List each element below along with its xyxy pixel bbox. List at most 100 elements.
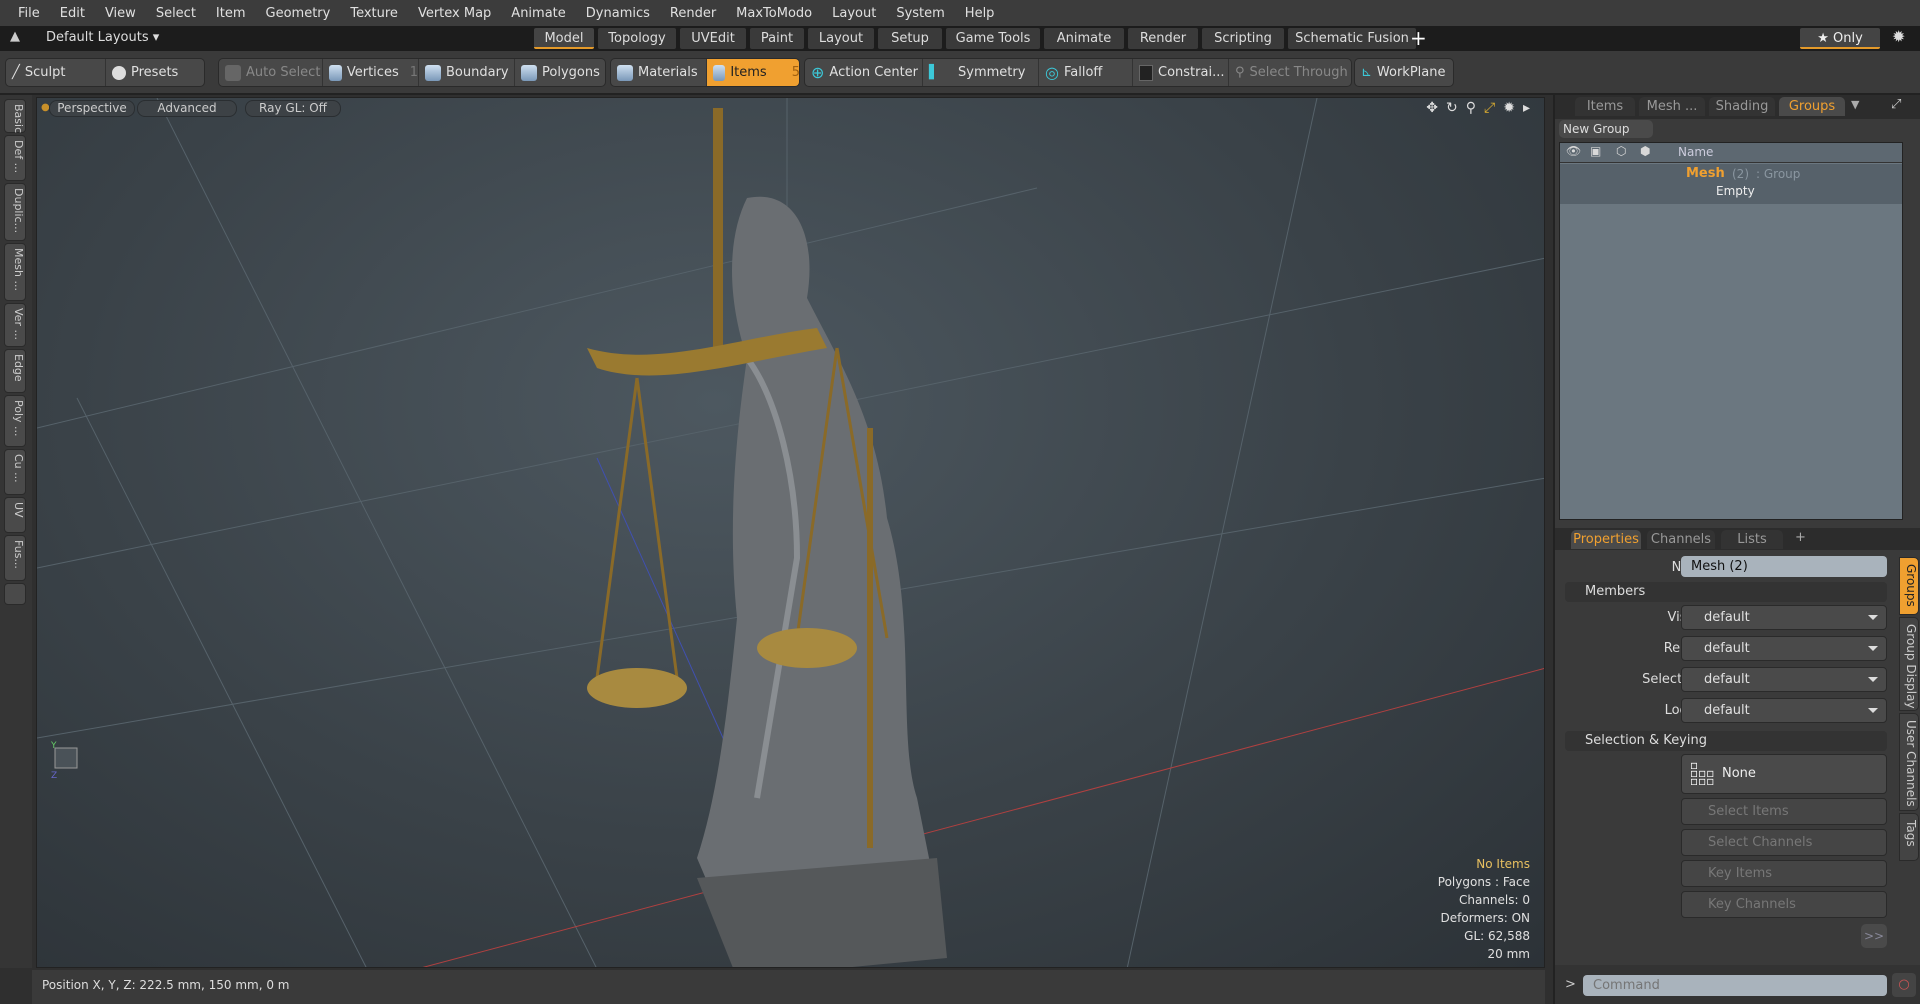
menu-system[interactable]: System [886,6,954,21]
materials-button[interactable]: Materials [611,59,707,86]
tab-game-tools[interactable]: Game Tools [946,28,1040,49]
maximize-panel-icon[interactable]: ⤢ [1891,97,1901,112]
render-dropdown[interactable]: default [1681,636,1887,661]
eye-icon[interactable]: 👁 [1566,144,1581,158]
tab-shading[interactable]: Shading [1709,97,1775,116]
items-button[interactable]: Items 5 [707,59,799,86]
sculpt-button[interactable]: ╱ Sculpt [6,59,106,86]
tab-properties[interactable]: Properties [1571,530,1641,549]
constraints-button[interactable]: Constrai... [1133,59,1229,86]
menu-select[interactable]: Select [146,6,206,21]
tab-animate[interactable]: Animate [1044,28,1124,49]
visible-dropdown[interactable]: default [1681,605,1887,630]
rotate-icon[interactable]: ↻ [1446,100,1458,116]
expand-arrow-icon[interactable]: ▸ [1523,100,1530,116]
more-button[interactable]: >> [1861,924,1887,948]
raygl-button[interactable]: Ray GL: Off [245,100,341,117]
lock-icon[interactable]: ⬢ [1640,144,1650,158]
collapse-arrow-icon[interactable]: ▲ [10,29,20,44]
only-toggle[interactable]: ★ Only [1800,28,1880,49]
menu-item[interactable]: Item [206,6,256,21]
perspective-button[interactable]: Perspective [49,100,135,117]
name-field[interactable]: Mesh (2) [1681,556,1887,577]
command-input[interactable] [1583,975,1887,996]
tab-paint[interactable]: Paint [750,28,804,49]
menu-dynamics[interactable]: Dynamics [576,6,660,21]
tab-edge[interactable]: Edge [4,349,26,393]
record-icon[interactable]: ○ [1892,973,1916,997]
tab-scripting[interactable]: Scripting [1202,28,1284,49]
tab-extra[interactable] [4,583,26,605]
selectable-icon[interactable]: ⬡ [1616,144,1626,158]
falloff-button[interactable]: ◎ Falloff [1039,59,1133,86]
tab-items[interactable]: Items [1575,97,1635,116]
tab-model[interactable]: Model [534,28,594,49]
tab-deform[interactable]: Def ... [4,135,26,181]
tab-poly[interactable]: Poly ... [4,395,26,447]
side-tab-group-display[interactable]: Group Display [1899,617,1919,711]
new-group-button[interactable]: New Group [1559,120,1653,138]
tab-render[interactable]: Render [1128,28,1198,49]
menu-texture[interactable]: Texture [340,6,408,21]
polygons-button[interactable]: Polygons [515,59,607,86]
menu-maxtomodo[interactable]: MaxToModo [726,6,822,21]
gear-icon[interactable]: ✹ [1892,27,1905,46]
tab-basic[interactable]: Basic [4,99,26,133]
members-section[interactable]: Members [1565,582,1887,602]
tab-fusion[interactable]: Fus... [4,535,26,581]
menu-help[interactable]: Help [955,6,1005,21]
key-items-button[interactable]: Key Items [1681,860,1887,887]
tab-groups[interactable]: Groups [1779,97,1845,116]
select-through-button[interactable]: ⚲ Select Through [1229,59,1349,86]
menu-edit[interactable]: Edit [50,6,95,21]
menu-vertex-map[interactable]: Vertex Map [408,6,501,21]
symmetry-button[interactable]: ▌ Symmetry [923,59,1039,86]
group-row[interactable]: Mesh (2) : Group Empty [1560,164,1902,204]
none-button[interactable]: ▫ ▫▫▫ ▫▫▫ None [1681,754,1887,794]
menu-geometry[interactable]: Geometry [256,6,341,21]
key-channels-button[interactable]: Key Channels [1681,891,1887,918]
select-channels-button[interactable]: Select Channels [1681,829,1887,856]
side-tab-groups[interactable]: Groups [1899,557,1919,615]
add-tab-button[interactable]: + [1795,530,1806,545]
selection-keying-section[interactable]: Selection & Keying [1565,731,1887,751]
menu-animate[interactable]: Animate [501,6,575,21]
tab-uvedit[interactable]: UVEdit [680,28,746,49]
locked-dropdown[interactable]: default [1681,698,1887,723]
boundary-button[interactable]: Boundary [419,59,515,86]
menu-render[interactable]: Render [660,6,726,21]
zoom-icon[interactable]: ⚲ [1466,100,1476,116]
tab-topology[interactable]: Topology [598,28,676,49]
auto-select-button[interactable]: Auto Select [219,59,323,86]
menu-layout[interactable]: Layout [822,6,886,21]
tab-channels[interactable]: Channels [1647,530,1715,549]
tab-vertex[interactable]: Ver ... [4,303,26,347]
tab-mesh[interactable]: Mesh ... [4,243,26,301]
default-layouts-dropdown[interactable]: Default Layouts ▾ [46,30,159,45]
vertices-button[interactable]: Vertices 1 [323,59,419,86]
advanced-button[interactable]: Advanced [137,100,237,117]
3d-viewport[interactable]: YZ ● Perspective Advanced Ray GL: Off ✥ ↻… [36,97,1545,968]
add-tab-button[interactable]: + [1410,26,1427,50]
tab-curve[interactable]: Cu ... [4,449,26,495]
select-items-button[interactable]: Select Items [1681,798,1887,825]
menu-view[interactable]: View [95,6,146,21]
maximize-icon[interactable]: ⤢ [1484,100,1495,116]
tab-duplicate[interactable]: Duplic... [4,183,26,241]
workplane-button[interactable]: ⊾ WorkPlane [1355,59,1453,86]
pan-icon[interactable]: ✥ [1426,100,1438,116]
side-tab-user-channels[interactable]: User Channels [1899,713,1919,811]
tab-uv[interactable]: UV [4,497,26,533]
action-center-button[interactable]: ⊕ Action Center [805,59,923,86]
tab-mesh-ops[interactable]: Mesh ... [1639,97,1705,116]
presets-button[interactable]: Presets [106,59,204,86]
tab-dropdown-icon[interactable]: ▼ [1851,98,1859,111]
name-column-header[interactable]: Name [1678,145,1713,159]
tab-setup[interactable]: Setup [878,28,942,49]
tab-layout[interactable]: Layout [808,28,874,49]
selectable-dropdown[interactable]: default [1681,667,1887,692]
tab-lists[interactable]: Lists [1721,530,1783,549]
settings-icon[interactable]: ✹ [1503,100,1515,116]
tab-schematic-fusion[interactable]: Schematic Fusion [1288,28,1416,49]
render-icon[interactable]: ▣ [1590,144,1601,158]
